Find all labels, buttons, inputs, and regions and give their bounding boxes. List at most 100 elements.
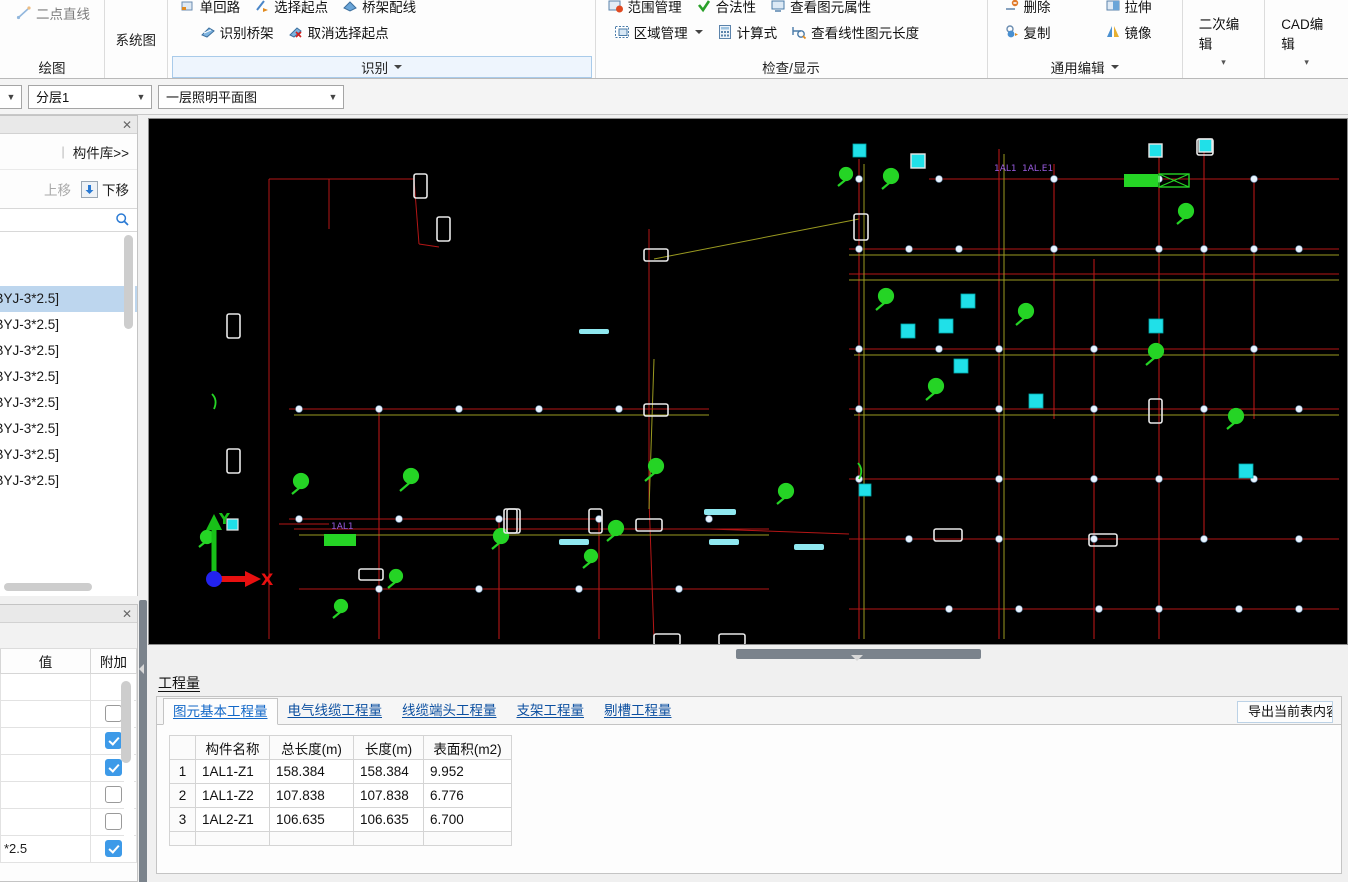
table-row[interactable] — [0, 807, 138, 836]
collapse-down-arrow-icon[interactable] — [851, 655, 863, 661]
ribbon-group-system-diagram: 系统图 — [103, 0, 167, 78]
component-list-horizontal-scrollbar[interactable] — [4, 583, 133, 591]
close-icon[interactable]: ✕ — [122, 119, 132, 131]
svg-text:X: X — [261, 570, 274, 589]
tray-wiring-button[interactable]: 桥架配线 — [336, 0, 422, 18]
list-item[interactable]: DZ-BYJ-3*2.5] — [0, 312, 137, 338]
table-row[interactable] — [0, 672, 138, 701]
cad-edit-button[interactable]: CAD编辑 ▾ — [1269, 0, 1344, 78]
scope-manage-icon — [608, 0, 624, 14]
table-row[interactable]: 3 1AL2-Z1 106.635 106.635 6.700 — [169, 807, 512, 832]
cell-total-length: 106.635 — [269, 807, 354, 832]
collapse-left-arrow-icon[interactable] — [139, 664, 144, 674]
quantity-card: 图元基本工程量 电气线缆工程量 线缆端头工程量 支架工程量 剔槽工程量 导出当前… — [156, 696, 1342, 874]
layer-toolstrip: ▼ 分层1 ▼ 一层照明平面图 ▼ — [0, 79, 1348, 115]
layer-combo[interactable]: 分层1 ▼ — [28, 84, 152, 109]
ribbon-group-recognize: 单回路 选择起点 桥架配线 识别桥架 取消选择起点 识别 — [166, 0, 595, 78]
additional-checkbox[interactable] — [104, 786, 122, 804]
secondary-edit-button[interactable]: 二次编辑 ▾ — [1187, 0, 1260, 78]
additional-checkbox[interactable] — [104, 705, 122, 723]
cad-drawing-canvas[interactable]: 1AL1 1AL.E1 1AL1 Y X — [148, 118, 1348, 645]
scope-manage-button[interactable]: 范围管理 — [602, 0, 688, 18]
area-manage-button[interactable]: 区域管理 — [608, 20, 709, 44]
arrow-down-icon — [81, 180, 98, 198]
list-item[interactable]: DZ-BYJ-3*2.5] — [0, 468, 137, 494]
table-header-row: 构件名称 总长度(m) 长度(m) 表面积(m2) — [169, 735, 512, 760]
ribbon-toolbar: 二点直线 绘图 系统图 单回路 选择起点 桥架配线 识别桥架 取消选择起点 识别… — [0, 0, 1348, 79]
search-icon[interactable] — [115, 212, 131, 228]
list-item[interactable]: DZ-BYJ-3*2.5] — [0, 286, 137, 312]
ribbon-group-label-recognize[interactable]: 识别 — [171, 56, 592, 78]
stretch-button[interactable]: 拉伸 — [1099, 0, 1158, 18]
move-down-button[interactable]: 下移 — [81, 179, 129, 199]
view-linear-element-length-button[interactable]: 查看线性图元长度 — [785, 20, 925, 44]
cancel-start-point-button[interactable]: 取消选择起点 — [282, 20, 395, 44]
search-input[interactable] — [0, 210, 115, 230]
two-point-line-button[interactable]: 二点直线 — [10, 1, 96, 25]
list-item[interactable]: 0] — [0, 232, 137, 258]
move-up-button[interactable]: 上移 — [44, 179, 71, 199]
column-length: 长度(m) — [353, 735, 424, 760]
tab-support-quantity[interactable]: 支架工程量 — [507, 697, 595, 724]
component-list-panel-titlebar: ✕ — [0, 116, 137, 134]
splitter-grip[interactable] — [139, 600, 147, 882]
additional-checkbox[interactable] — [104, 732, 122, 750]
cell-length: 106.635 — [353, 807, 424, 832]
additional-checkbox[interactable] — [104, 840, 122, 858]
chevron-down-icon — [694, 30, 703, 34]
property-value — [0, 726, 91, 755]
scrollbar-thumb[interactable] — [121, 681, 131, 763]
table-row[interactable]: 1 1AL1-Z1 158.384 158.384 9.952 — [169, 759, 512, 784]
cell-length: 107.838 — [353, 783, 424, 808]
list-item[interactable]: DZ-BYJ-3*2.5] — [0, 364, 137, 390]
delete-icon — [1004, 0, 1020, 14]
close-icon[interactable]: ✕ — [122, 608, 132, 620]
system-diagram-button[interactable]: 系统图 — [109, 0, 163, 78]
copy-button[interactable]: 复制 — [998, 20, 1057, 44]
drawing-combo[interactable]: 一层照明平面图 ▼ — [158, 84, 344, 109]
tab-cable-terminal-quantity[interactable]: 线缆端头工程量 — [392, 697, 507, 724]
formula-button[interactable]: 计算式 — [711, 20, 784, 44]
area-manage-icon — [614, 24, 630, 40]
component-list-vertical-scrollbar[interactable] — [124, 235, 135, 575]
table-row[interactable] — [0, 726, 138, 755]
properties-vertical-scrollbar[interactable] — [121, 679, 134, 849]
component-list-toolbar-row1: | 构件库>> — [0, 134, 137, 170]
validity-button[interactable]: 合法性 — [690, 0, 763, 18]
additional-checkbox[interactable] — [104, 813, 122, 831]
tab-electrical-cable-quantity[interactable]: 电气线缆工程量 — [278, 697, 393, 724]
scrollbar-thumb[interactable] — [124, 235, 133, 329]
table-row[interactable]: 2 1AL1-Z2 107.838 107.838 6.776 — [169, 783, 512, 808]
copy-icon — [1004, 24, 1020, 40]
tab-groove-quantity[interactable]: 剔槽工程量 — [594, 697, 682, 724]
table-row[interactable] — [0, 753, 138, 782]
ribbon-group-check-display: 范围管理 合法性 查看图元属性 区域管理 计算式 查看线性图元长度 检查/显示 — [594, 0, 987, 78]
scrollbar-thumb[interactable] — [4, 583, 92, 591]
validity-icon — [696, 0, 712, 14]
select-start-point-button[interactable]: 选择起点 — [248, 0, 334, 18]
property-value — [0, 780, 91, 809]
export-current-table-button[interactable]: 导出当前表内容 — [1237, 701, 1333, 723]
view-element-property-button[interactable]: 查看图元属性 — [764, 0, 877, 18]
list-item[interactable]: DZ-BYJ-3*2.5] — [0, 390, 137, 416]
delete-button[interactable]: 删除 — [998, 0, 1057, 18]
ribbon-group-label-common-edit[interactable]: 通用编辑 — [992, 56, 1178, 78]
mirror-button[interactable]: 镜像 — [1099, 20, 1158, 44]
table-row[interactable] — [0, 780, 138, 809]
table-row[interactable]: *2.5 — [0, 834, 138, 863]
tab-element-basic-quantity[interactable]: 图元基本工程量 — [163, 698, 278, 725]
list-item[interactable]: DZ-BYJ-3*2.5] — [0, 416, 137, 442]
vertical-splitter[interactable] — [138, 115, 148, 882]
additional-checkbox[interactable] — [104, 759, 122, 777]
calculator-icon — [717, 24, 733, 40]
recognize-tray-button[interactable]: 识别桥架 — [194, 20, 280, 44]
single-circuit-button[interactable]: 单回路 — [174, 0, 247, 18]
component-library-link[interactable]: 构件库>> — [73, 142, 129, 162]
list-item[interactable]: DZ-BYJ-3*2.5] — [0, 338, 137, 364]
view-property-icon — [770, 0, 786, 14]
list-item[interactable]: DZ-BYJ-3*2.5] — [0, 442, 137, 468]
component-list[interactable]: 0] DZ-BYJ-3*2.5] DZ-BYJ-3*2.5] DZ-BYJ-3*… — [0, 232, 137, 596]
properties-panel: ✕ 值 附加 *2.5 — [0, 604, 138, 882]
scale-combo[interactable]: ▼ — [0, 84, 22, 109]
table-row[interactable] — [0, 699, 138, 728]
